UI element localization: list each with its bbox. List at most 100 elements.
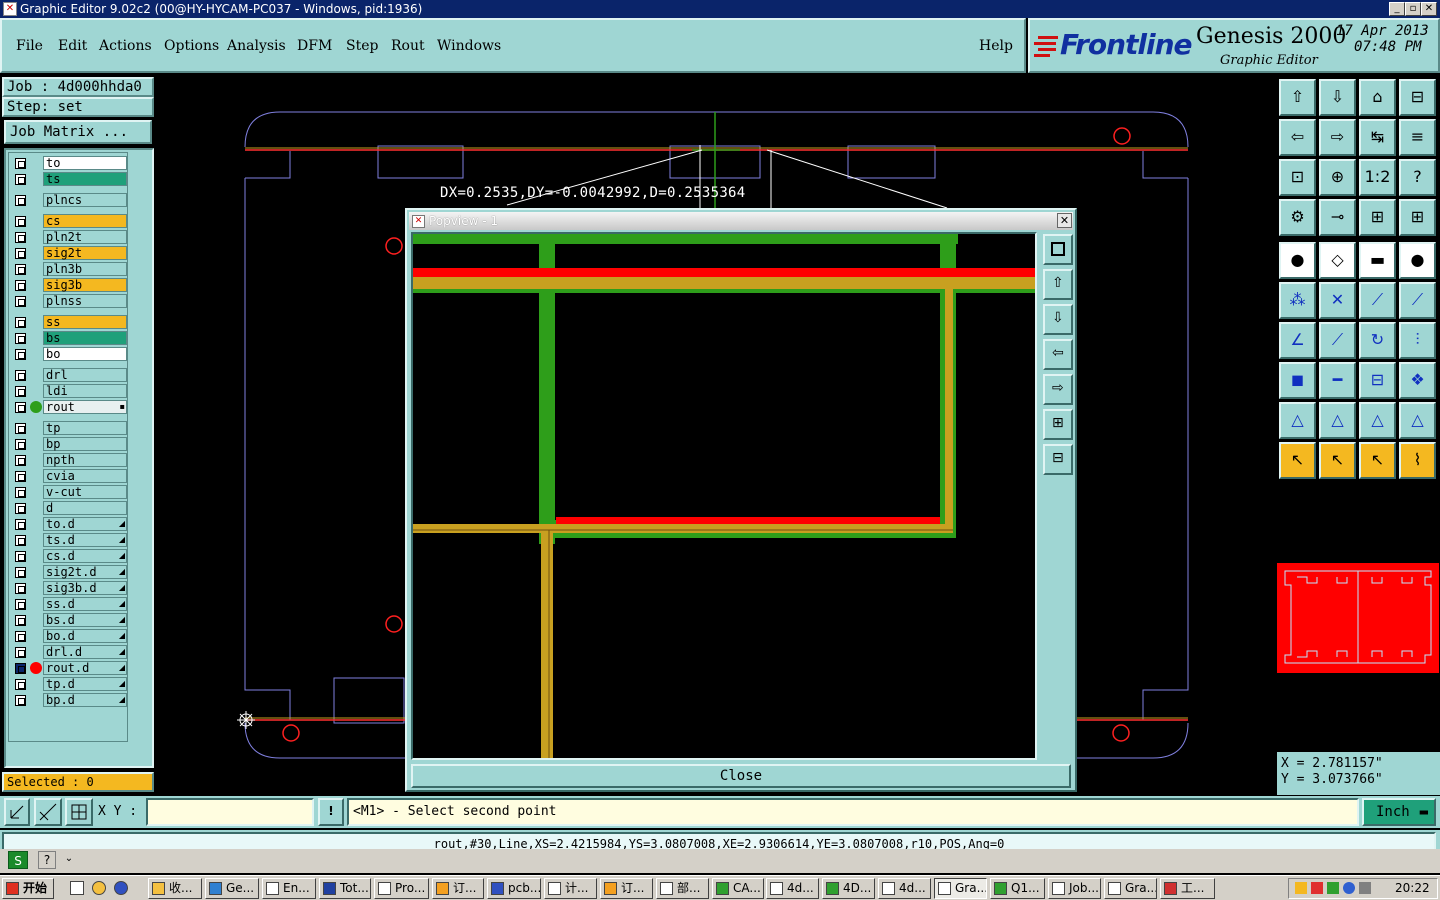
grid-icon[interactable] bbox=[65, 798, 93, 826]
tool-group-icon[interactable]: ❖ bbox=[1399, 362, 1436, 399]
dropdown-arrow-icon[interactable]: ⌄ bbox=[62, 851, 76, 869]
layer-checkbox[interactable] bbox=[15, 439, 26, 450]
xy-input[interactable] bbox=[146, 798, 314, 826]
layer-checkbox[interactable] bbox=[15, 158, 26, 169]
board-overview-map[interactable] bbox=[1277, 563, 1439, 673]
tool-dash-icon[interactable]: ━ bbox=[1319, 362, 1356, 399]
layer-row-npth[interactable]: npth bbox=[15, 453, 131, 467]
menu-step[interactable]: Step bbox=[346, 38, 378, 54]
layer-checkbox[interactable] bbox=[15, 455, 26, 466]
taskbar-item[interactable]: 4d... bbox=[766, 878, 819, 899]
layer-row-v-cut[interactable]: v-cut bbox=[15, 485, 131, 499]
popview-zoom-in-icon[interactable]: ⊞ bbox=[1043, 409, 1073, 440]
popview-close-icon[interactable]: ✕ bbox=[1057, 213, 1072, 228]
popview-pan-right-icon[interactable]: ⇨ bbox=[1043, 374, 1073, 405]
layer-checkbox[interactable] bbox=[15, 423, 26, 434]
tool-pan-left-icon[interactable]: ⇦ bbox=[1279, 119, 1316, 156]
layer-row-bo[interactable]: bo bbox=[15, 347, 131, 361]
taskbar-item[interactable]: Gra... bbox=[934, 878, 987, 899]
tool-fit-icon[interactable]: ⊡ bbox=[1279, 159, 1316, 196]
menu-windows[interactable]: Windows bbox=[437, 38, 501, 54]
layer-checkbox[interactable] bbox=[15, 232, 26, 243]
tool-select-alt-icon[interactable]: ↖ bbox=[1359, 442, 1396, 479]
layer-checkbox[interactable] bbox=[15, 386, 26, 397]
menu-analysis[interactable]: Analysis bbox=[227, 38, 286, 54]
snap-icon[interactable] bbox=[4, 798, 30, 826]
taskbar-item[interactable]: Pro... bbox=[374, 878, 429, 899]
layer-row-to[interactable]: to bbox=[15, 156, 131, 170]
layer-checkbox[interactable] bbox=[15, 535, 26, 546]
tray-red-icon[interactable] bbox=[1311, 882, 1323, 894]
taskbar-item[interactable]: pcb... bbox=[487, 878, 541, 899]
tool-align-icon[interactable]: ⫶ bbox=[1399, 322, 1436, 359]
taskbar-item[interactable]: En... bbox=[262, 878, 316, 899]
layer-row-cs-d[interactable]: cs.d ◢ bbox=[15, 549, 131, 563]
close-window-button[interactable]: ✕ bbox=[1421, 2, 1437, 16]
tool-scale-icon[interactable]: 1:2 bbox=[1359, 159, 1396, 196]
tool-pan-right-icon[interactable]: ⇨ bbox=[1319, 119, 1356, 156]
layer-checkbox[interactable] bbox=[15, 317, 26, 328]
job-matrix-button[interactable]: Job Matrix ... bbox=[4, 120, 152, 144]
tool-route-icon[interactable]: ⌇ bbox=[1399, 442, 1436, 479]
taskbar-item[interactable]: 收... bbox=[148, 878, 202, 899]
tool-select-icon[interactable]: ↖ bbox=[1279, 442, 1316, 479]
layer-row-ts[interactable]: ts bbox=[15, 172, 131, 186]
popview-window[interactable]: ✕ Popview - 1 ✕ ⇧ ⇩ ⇦ ⇨ ⊞ ⊟ Close bbox=[405, 208, 1077, 792]
layer-row-plncs[interactable]: plncs bbox=[15, 193, 131, 207]
taskbar-item[interactable]: Gra... bbox=[1104, 878, 1157, 899]
tool-polygon-icon[interactable]: ◇ bbox=[1319, 242, 1356, 279]
layer-checkbox[interactable] bbox=[15, 471, 26, 482]
tool-sort-icon[interactable]: ≡ bbox=[1399, 119, 1436, 156]
tool-arc-icon[interactable]: ↻ bbox=[1359, 322, 1396, 359]
taskbar-item[interactable]: 4d... bbox=[878, 878, 931, 899]
menu-options[interactable]: Options bbox=[164, 38, 219, 54]
quicklaunch-browser-icon[interactable] bbox=[114, 881, 128, 895]
tray-app-icon[interactable] bbox=[1295, 882, 1307, 894]
menu-actions[interactable]: Actions bbox=[99, 38, 152, 54]
tool-angle-icon[interactable]: ∠ bbox=[1279, 322, 1316, 359]
menu-help[interactable]: Help bbox=[979, 38, 1013, 54]
tool-home-icon[interactable]: ⌂ bbox=[1359, 79, 1396, 116]
tool-slope-icon[interactable]: ⟋ bbox=[1319, 322, 1356, 359]
tool-tri-bold-icon[interactable]: △ bbox=[1359, 402, 1396, 439]
layer-checkbox[interactable] bbox=[15, 370, 26, 381]
tool-ruler-icon[interactable]: ▬ bbox=[1359, 242, 1396, 279]
layer-row-tp[interactable]: tp bbox=[15, 421, 131, 435]
popview-title-bar[interactable]: ✕ Popview - 1 ✕ bbox=[409, 212, 1073, 230]
tool-layers-alt-icon[interactable]: ⊞ bbox=[1399, 199, 1436, 236]
window-title-bar[interactable]: ✕ Graphic Editor 9.02c2 (00@HY-HYCAM-PC0… bbox=[0, 0, 1440, 18]
layer-row-ss[interactable]: ss bbox=[15, 315, 131, 329]
layer-row-drl-d[interactable]: drl.d ◢ bbox=[15, 645, 131, 659]
tool-measure-icon[interactable]: ⊟ bbox=[1359, 362, 1396, 399]
tool-swap-icon[interactable]: ↹ bbox=[1359, 119, 1396, 156]
layer-checkbox[interactable] bbox=[15, 567, 26, 578]
tool-select-box-icon[interactable]: ↖ bbox=[1319, 442, 1356, 479]
tool-tri-icon[interactable]: △ bbox=[1279, 402, 1316, 439]
layer-row-ss-d[interactable]: ss.d ◢ bbox=[15, 597, 131, 611]
layer-checkbox[interactable] bbox=[15, 679, 26, 690]
tool-tri-red-icon[interactable]: △ bbox=[1399, 402, 1436, 439]
taskbar-item[interactable]: 订... bbox=[432, 878, 484, 899]
alert-icon[interactable]: ! bbox=[318, 798, 344, 826]
layer-checkbox[interactable] bbox=[15, 195, 26, 206]
taskbar-item[interactable]: 4D... bbox=[822, 878, 875, 899]
layer-row-sig2t-d[interactable]: sig2t.d ◢ bbox=[15, 565, 131, 579]
layer-row-d[interactable]: d bbox=[15, 501, 131, 515]
tool-circle-icon[interactable]: ● bbox=[1399, 242, 1436, 279]
taskbar-item[interactable]: CA... bbox=[712, 878, 764, 899]
taskbar-item[interactable]: Job... bbox=[1048, 878, 1101, 899]
taskbar-item[interactable]: Tot... bbox=[319, 878, 371, 899]
layer-checkbox[interactable] bbox=[15, 248, 26, 259]
tool-probe-icon[interactable]: ⊸ bbox=[1319, 199, 1356, 236]
layer-row-sig2t[interactable]: sig2t bbox=[15, 246, 131, 260]
popview-close-button[interactable]: Close bbox=[411, 764, 1071, 788]
layer-row-ldi[interactable]: ldi bbox=[15, 384, 131, 398]
layer-row-cvia[interactable]: cvia bbox=[15, 469, 131, 483]
tray-network-icon[interactable] bbox=[1343, 882, 1355, 894]
popview-pan-down-icon[interactable]: ⇩ bbox=[1043, 304, 1073, 335]
tool-layers-icon[interactable]: ⊞ bbox=[1359, 199, 1396, 236]
layer-checkbox[interactable] bbox=[15, 583, 26, 594]
layer-row-cs[interactable]: cs bbox=[15, 214, 131, 228]
popview-zoom-home-icon[interactable] bbox=[1043, 234, 1073, 265]
menu-edit[interactable]: Edit bbox=[58, 38, 87, 54]
